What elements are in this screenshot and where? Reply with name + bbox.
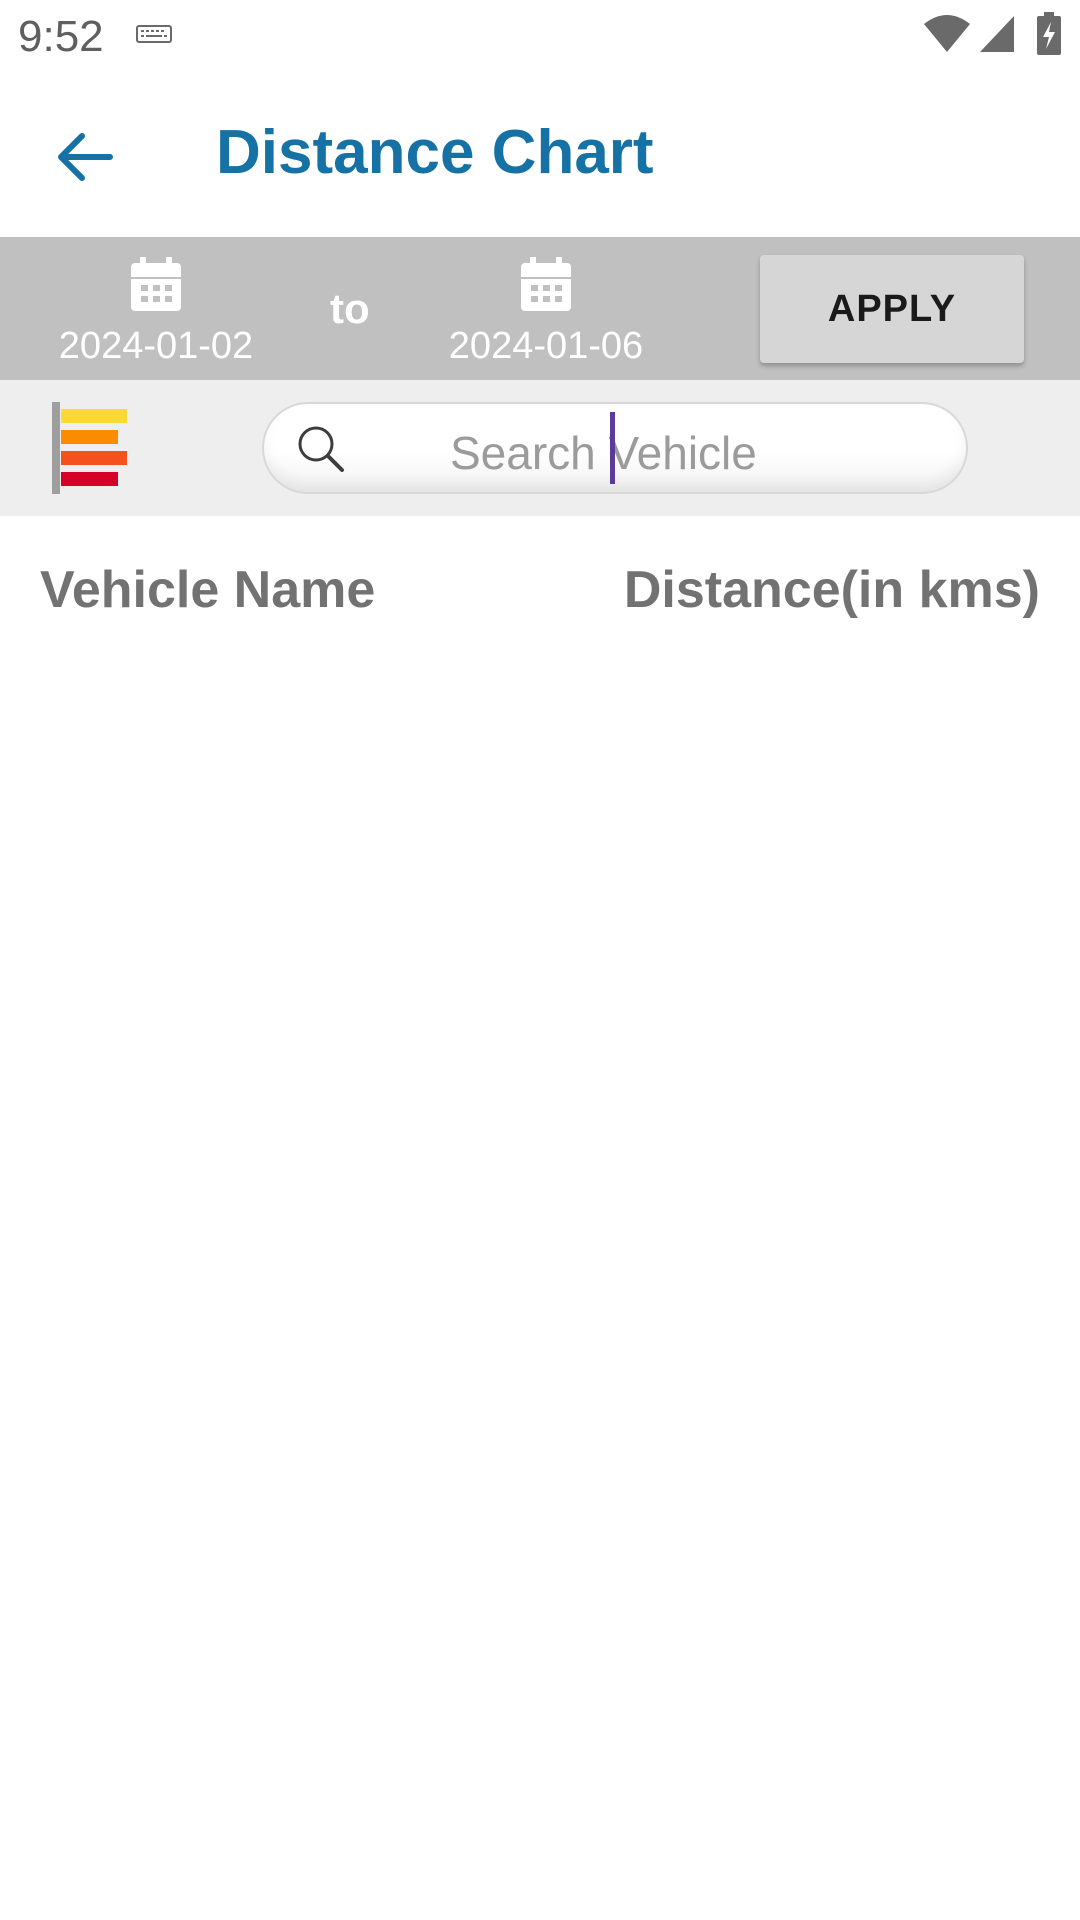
table-header: Vehicle Name Distance(in kms) — [0, 516, 1080, 666]
search-input[interactable]: Search Vehicle — [262, 402, 968, 494]
wifi-icon — [924, 15, 970, 52]
page-title: Distance Chart — [216, 118, 654, 187]
status-time: 9:52 — [18, 12, 104, 61]
text-cursor — [610, 412, 615, 484]
from-date-value: 2024-01-02 — [58, 325, 254, 367]
calendar-icon — [521, 257, 571, 311]
keyboard-icon — [136, 25, 172, 43]
bar-chart-icon[interactable] — [52, 402, 132, 494]
signal-icon — [980, 16, 1014, 52]
to-separator-label: to — [330, 285, 370, 332]
from-date-picker[interactable]: 2024-01-02 — [36, 247, 276, 372]
search-row: Search Vehicle — [0, 380, 1080, 516]
to-date-value: 2024-01-06 — [448, 325, 644, 367]
search-placeholder: Search Vehicle — [450, 427, 757, 479]
to-date-picker[interactable]: 2024-01-06 — [426, 247, 666, 372]
battery-charging-icon — [1037, 12, 1061, 55]
column-header-distance: Distance(in kms) — [623, 561, 1040, 619]
apply-button[interactable]: APPLY — [760, 255, 1024, 363]
status-bar: 9:52 — [0, 0, 1080, 72]
search-icon — [298, 426, 344, 472]
back-arrow-icon[interactable] — [50, 122, 120, 192]
date-range-bar: 2024-01-02 to 2024-01-06 APPLY — [0, 237, 1080, 380]
calendar-icon — [131, 257, 181, 311]
column-header-vehicle-name: Vehicle Name — [40, 561, 376, 619]
app-bar: Distance Chart — [0, 72, 1080, 237]
